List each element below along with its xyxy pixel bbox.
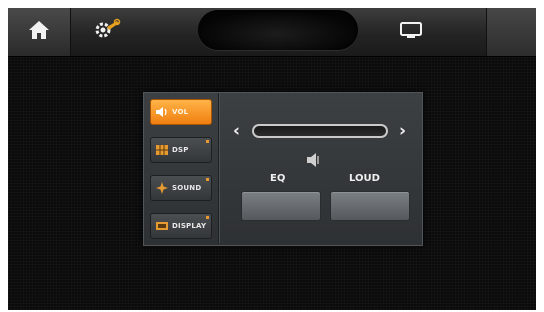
screen-button[interactable]	[376, 8, 446, 56]
volume-down-arrow[interactable]: ‹	[233, 123, 240, 140]
menu-item-display[interactable]: DISPLAY	[150, 213, 212, 239]
display-icon	[155, 220, 169, 232]
loud-label: LOUD	[349, 173, 380, 184]
speaker-icon	[304, 151, 324, 169]
menu-item-label: DISPLAY	[172, 222, 207, 230]
head-unit-screen: VOL DSP SOUND DISPLAY ‹ › EQ LOUD	[8, 8, 536, 310]
eq-label: EQ	[270, 173, 286, 184]
volume-slider[interactable]	[252, 124, 388, 138]
loud-button[interactable]	[330, 191, 410, 221]
corner-mark	[206, 178, 209, 181]
gear-wrench-icon	[93, 18, 121, 46]
star-icon	[155, 182, 169, 194]
top-bar	[8, 8, 536, 57]
corner-mark	[206, 140, 209, 143]
home-button[interactable]	[8, 8, 71, 56]
topbar-right-button[interactable]	[486, 8, 536, 56]
menu-item-label: SOUND	[172, 184, 202, 192]
grid-icon	[155, 144, 169, 156]
menu-item-label: DSP	[172, 146, 189, 154]
menu-item-dsp[interactable]: DSP	[150, 137, 212, 163]
menu-item-sound[interactable]: SOUND	[150, 175, 212, 201]
panel-divider	[218, 93, 219, 243]
settings-button[interactable]	[71, 8, 143, 56]
center-display	[198, 10, 358, 50]
menu-item-vol[interactable]: VOL	[150, 99, 212, 125]
menu-item-label: VOL	[172, 108, 189, 116]
corner-mark	[206, 216, 209, 219]
volume-up-arrow[interactable]: ›	[399, 123, 406, 140]
screen-icon	[399, 21, 423, 43]
speaker-icon	[155, 106, 169, 118]
audio-panel: VOL DSP SOUND DISPLAY ‹ › EQ LOUD	[143, 92, 423, 246]
eq-button[interactable]	[241, 191, 321, 221]
home-icon	[27, 19, 51, 45]
